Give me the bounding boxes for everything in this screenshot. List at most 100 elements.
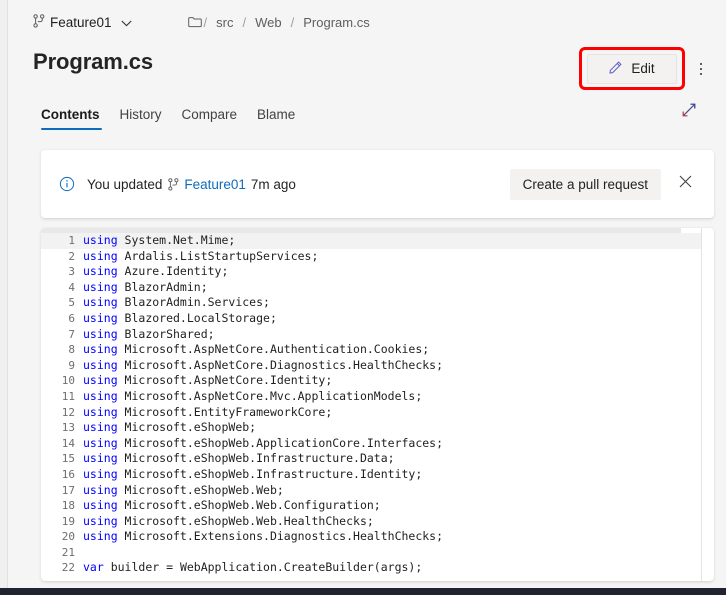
tab-blame[interactable]: Blame xyxy=(247,107,305,130)
code-line: 8 using Microsoft.AspNetCore.Authenticati… xyxy=(41,342,701,358)
line-number: 22 xyxy=(61,561,75,575)
code-line: 12 using Microsoft.EntityFrameworkCore; xyxy=(41,405,701,421)
code-line: 6 using Blazored.LocalStorage; xyxy=(41,311,701,327)
code-text: using Microsoft.AspNetCore.Mvc.Applicati… xyxy=(83,388,423,403)
edit-button[interactable]: Edit xyxy=(587,53,677,84)
file-tabs: Contents History Compare Blame xyxy=(33,100,305,130)
code-line: 5 using BlazorAdmin.Services; xyxy=(41,295,701,311)
code-text: using Blazored.LocalStorage; xyxy=(83,310,277,325)
code-line: 9 using Microsoft.AspNetCore.Diagnostics.… xyxy=(41,358,701,374)
info-circle-icon xyxy=(59,176,75,192)
line-number: 14 xyxy=(61,436,75,450)
code-line: 1 using System.Net.Mime; xyxy=(41,233,701,249)
code-text: using Microsoft.eShopWeb.Web.HealthCheck… xyxy=(83,513,374,528)
code-line: 22 var builder = WebApplication.CreateBui… xyxy=(41,560,701,576)
branch-name: Feature01 xyxy=(50,14,112,30)
more-options-button[interactable] xyxy=(690,57,712,81)
code-text: using Microsoft.eShopWeb.ApplicationCore… xyxy=(83,435,444,450)
code-viewer-card: 1 using System.Net.Mime; 2 using Ardalis.Li… xyxy=(41,228,714,581)
notification-branch-link[interactable]: Feature01 xyxy=(184,177,246,192)
code-line: 3 using Azure.Identity; xyxy=(41,264,701,280)
code-line: 19 using Microsoft.eShopWeb.Web.HealthChe… xyxy=(41,514,701,530)
line-number: 8 xyxy=(68,343,75,357)
tab-history[interactable]: History xyxy=(110,107,172,130)
code-line: 11 using Microsoft.AspNetCore.Mvc.Applica… xyxy=(41,389,701,405)
line-number: 21 xyxy=(61,545,75,559)
code-text: using Microsoft.EntityFrameworkCore; xyxy=(83,404,333,419)
expand-diagonal-icon xyxy=(681,102,697,123)
line-number: 10 xyxy=(61,374,75,388)
code-text: using Microsoft.eShopWeb.Infrastructure.… xyxy=(83,451,395,466)
line-number: 18 xyxy=(61,499,75,513)
tab-compare[interactable]: Compare xyxy=(172,107,248,130)
line-number: 4 xyxy=(68,280,75,294)
code-text: using Microsoft.eShopWeb.Infrastructure.… xyxy=(83,466,423,481)
pencil-icon xyxy=(609,60,623,77)
line-number: 12 xyxy=(61,405,75,419)
line-number: 13 xyxy=(61,421,75,435)
code-line: 14 using Microsoft.eShopWeb.ApplicationCo… xyxy=(41,436,701,452)
code-text: using BlazorAdmin; xyxy=(83,279,208,294)
notification-prefix: You updated xyxy=(87,176,163,192)
breadcrumb-segment-src[interactable]: src xyxy=(207,15,242,30)
create-pull-request-button[interactable]: Create a pull request xyxy=(509,168,661,200)
line-number: 19 xyxy=(61,514,75,528)
notification-message: You updated Feature01 7m ago xyxy=(87,177,296,192)
code-line: 16 using Microsoft.eShopWeb.Infrastructur… xyxy=(41,467,701,483)
code-scroll-area[interactable]: 1 using System.Net.Mime; 2 using Ardalis.Li… xyxy=(41,228,701,581)
code-text: using BlazorAdmin.Services; xyxy=(83,295,270,310)
edit-button-label: Edit xyxy=(631,61,655,76)
horizontal-scrollbar[interactable] xyxy=(41,228,701,233)
code-line: 7 using BlazorShared; xyxy=(41,327,701,343)
line-number: 6 xyxy=(68,311,75,325)
code-right-divider xyxy=(701,228,702,581)
code-text: using Microsoft.eShopWeb.Web.Configurati… xyxy=(83,498,381,513)
breadcrumb: Feature01 / src / Web / Program.cs xyxy=(33,11,379,33)
dismiss-notification-button[interactable] xyxy=(672,171,698,197)
line-number: 16 xyxy=(61,467,75,481)
code-text: var builder = WebApplication.CreateBuild… xyxy=(83,560,423,575)
update-notification-bar: You updated Feature01 7m ago Create a pu… xyxy=(41,150,714,218)
code-text: using Microsoft.Extensions.Diagnostics.H… xyxy=(83,529,444,544)
horizontal-scrollbar-thumb[interactable] xyxy=(41,228,681,233)
folder-icon[interactable] xyxy=(187,16,202,28)
line-number: 7 xyxy=(68,327,75,341)
line-number: 1 xyxy=(68,234,75,247)
code-text: using Microsoft.AspNetCore.Diagnostics.H… xyxy=(83,357,444,372)
code-text: using Microsoft.AspNetCore.Identity; xyxy=(83,373,333,388)
code-line: 4 using BlazorAdmin; xyxy=(41,280,701,296)
more-vertical-icon xyxy=(699,62,703,76)
code-text: using Microsoft.AspNetCore.Authenticatio… xyxy=(83,342,430,357)
tab-contents[interactable]: Contents xyxy=(33,107,110,130)
line-number: 17 xyxy=(61,483,75,497)
code-line: 2 using Ardalis.ListStartupServices; xyxy=(41,249,701,265)
code-text: using Azure.Identity; xyxy=(83,264,229,279)
code-line: 15 using Microsoft.eShopWeb.Infrastructur… xyxy=(41,451,701,467)
line-number: 11 xyxy=(61,389,75,403)
expand-button[interactable] xyxy=(677,100,701,124)
line-number: 20 xyxy=(61,530,75,544)
edit-button-highlight: Edit xyxy=(579,47,685,90)
line-number: 15 xyxy=(61,452,75,466)
code-text: using Ardalis.ListStartupServices; xyxy=(83,248,319,263)
code-line: 17 using Microsoft.eShopWeb.Web; xyxy=(41,483,701,499)
left-rail xyxy=(0,0,8,588)
code-line: 18 using Microsoft.eShopWeb.Web.Configura… xyxy=(41,498,701,514)
breadcrumb-segment-file[interactable]: Program.cs xyxy=(294,15,378,30)
page-title: Program.cs xyxy=(33,49,154,74)
close-icon xyxy=(679,175,692,193)
chevron-down-icon xyxy=(120,15,132,30)
app-root: Feature01 / src / Web / Program.cs Progr… xyxy=(0,0,726,595)
code-text: using Microsoft.eShopWeb; xyxy=(83,420,257,435)
page-surface: Feature01 / src / Web / Program.cs Progr… xyxy=(9,0,726,588)
code-text: using Microsoft.eShopWeb.Web; xyxy=(83,482,284,497)
code-lines: 1 using System.Net.Mime; 2 using Ardalis.Li… xyxy=(41,228,701,576)
line-number: 5 xyxy=(68,296,75,310)
code-line: 21 xyxy=(41,545,701,561)
code-line: 10 using Microsoft.AspNetCore.Identity; xyxy=(41,373,701,389)
line-number: 2 xyxy=(68,249,75,263)
code-text: using BlazorShared; xyxy=(83,326,215,341)
branch-selector[interactable]: Feature01 xyxy=(33,13,132,31)
code-line: 13 using Microsoft.eShopWeb; xyxy=(41,420,701,436)
breadcrumb-segment-web[interactable]: Web xyxy=(246,15,291,30)
